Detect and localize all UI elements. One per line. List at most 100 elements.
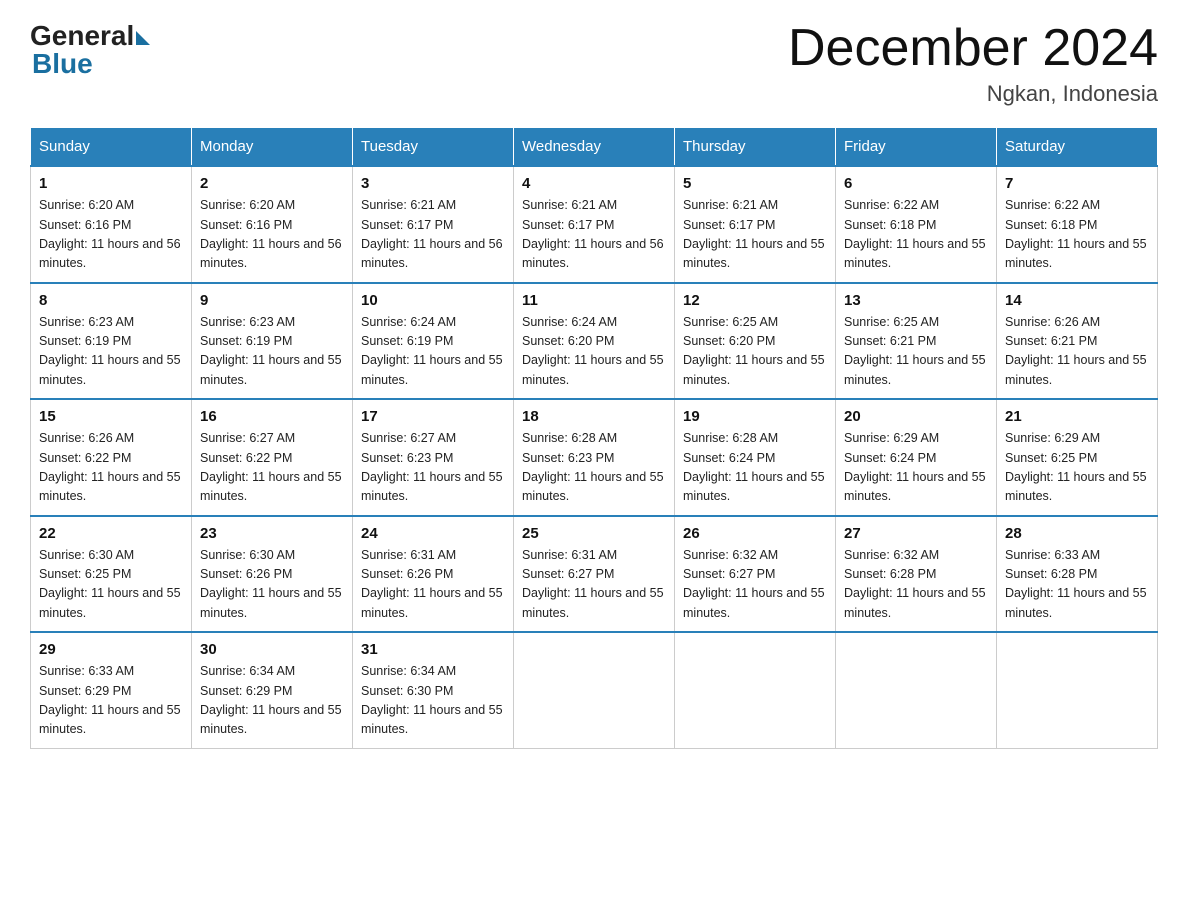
day-info: Sunrise: 6:31 AMSunset: 6:27 PMDaylight:… [522, 546, 666, 624]
logo-arrow-icon [136, 31, 150, 45]
calendar-cell: 28 Sunrise: 6:33 AMSunset: 6:28 PMDayligh… [997, 516, 1158, 633]
logo: General Blue [30, 20, 150, 80]
calendar-cell: 11 Sunrise: 6:24 AMSunset: 6:20 PMDayligh… [514, 283, 675, 400]
day-header-wednesday: Wednesday [514, 128, 675, 167]
day-info: Sunrise: 6:22 AMSunset: 6:18 PMDaylight:… [1005, 196, 1149, 274]
day-number: 8 [39, 292, 183, 309]
day-info: Sunrise: 6:24 AMSunset: 6:19 PMDaylight:… [361, 313, 505, 391]
day-info: Sunrise: 6:30 AMSunset: 6:26 PMDaylight:… [200, 546, 344, 624]
day-number: 10 [361, 292, 505, 309]
day-info: Sunrise: 6:34 AMSunset: 6:30 PMDaylight:… [361, 662, 505, 740]
day-number: 25 [522, 525, 666, 542]
calendar-body: 1 Sunrise: 6:20 AMSunset: 6:16 PMDaylight… [31, 166, 1158, 748]
day-info: Sunrise: 6:33 AMSunset: 6:29 PMDaylight:… [39, 662, 183, 740]
day-info: Sunrise: 6:21 AMSunset: 6:17 PMDaylight:… [522, 196, 666, 274]
day-info: Sunrise: 6:21 AMSunset: 6:17 PMDaylight:… [683, 196, 827, 274]
day-number: 27 [844, 525, 988, 542]
week-row-2: 8 Sunrise: 6:23 AMSunset: 6:19 PMDaylight… [31, 283, 1158, 400]
calendar-title: December 2024 [788, 20, 1158, 77]
day-number: 23 [200, 525, 344, 542]
day-info: Sunrise: 6:31 AMSunset: 6:26 PMDaylight:… [361, 546, 505, 624]
day-header-sunday: Sunday [31, 128, 192, 167]
day-number: 19 [683, 408, 827, 425]
day-number: 14 [1005, 292, 1149, 309]
calendar-cell: 18 Sunrise: 6:28 AMSunset: 6:23 PMDayligh… [514, 399, 675, 516]
day-number: 30 [200, 641, 344, 658]
day-header-tuesday: Tuesday [353, 128, 514, 167]
day-number: 2 [200, 175, 344, 192]
day-number: 15 [39, 408, 183, 425]
day-info: Sunrise: 6:28 AMSunset: 6:24 PMDaylight:… [683, 429, 827, 507]
calendar-cell: 10 Sunrise: 6:24 AMSunset: 6:19 PMDayligh… [353, 283, 514, 400]
calendar-cell: 17Sunrise: 6:27 AMSunset: 6:23 PMDayligh… [353, 399, 514, 516]
day-number: 16 [200, 408, 344, 425]
calendar-cell: 2 Sunrise: 6:20 AMSunset: 6:16 PMDaylight… [192, 166, 353, 283]
calendar-header: SundayMondayTuesdayWednesdayThursdayFrid… [31, 128, 1158, 167]
calendar-cell: 19 Sunrise: 6:28 AMSunset: 6:24 PMDayligh… [675, 399, 836, 516]
calendar-cell: 29 Sunrise: 6:33 AMSunset: 6:29 PMDayligh… [31, 632, 192, 748]
day-info: Sunrise: 6:20 AMSunset: 6:16 PMDaylight:… [39, 196, 183, 274]
calendar-cell: 16 Sunrise: 6:27 AMSunset: 6:22 PMDayligh… [192, 399, 353, 516]
day-header-saturday: Saturday [997, 128, 1158, 167]
day-info: Sunrise: 6:25 AMSunset: 6:20 PMDaylight:… [683, 313, 827, 391]
day-info: Sunrise: 6:30 AMSunset: 6:25 PMDaylight:… [39, 546, 183, 624]
day-number: 24 [361, 525, 505, 542]
calendar-cell: 22 Sunrise: 6:30 AMSunset: 6:25 PMDayligh… [31, 516, 192, 633]
day-number: 1 [39, 175, 183, 192]
day-info: Sunrise: 6:26 AMSunset: 6:21 PMDaylight:… [1005, 313, 1149, 391]
week-row-1: 1 Sunrise: 6:20 AMSunset: 6:16 PMDaylight… [31, 166, 1158, 283]
calendar-cell: 25 Sunrise: 6:31 AMSunset: 6:27 PMDayligh… [514, 516, 675, 633]
day-number: 20 [844, 408, 988, 425]
calendar-table: SundayMondayTuesdayWednesdayThursdayFrid… [30, 127, 1158, 749]
calendar-cell: 26Sunrise: 6:32 AMSunset: 6:27 PMDayligh… [675, 516, 836, 633]
day-number: 11 [522, 292, 666, 309]
day-info: Sunrise: 6:23 AMSunset: 6:19 PMDaylight:… [39, 313, 183, 391]
calendar-cell: 15 Sunrise: 6:26 AMSunset: 6:22 PMDayligh… [31, 399, 192, 516]
page-header: General Blue December 2024 Ngkan, Indone… [30, 20, 1158, 107]
calendar-cell [997, 632, 1158, 748]
calendar-cell: 5 Sunrise: 6:21 AMSunset: 6:17 PMDaylight… [675, 166, 836, 283]
days-of-week-row: SundayMondayTuesdayWednesdayThursdayFrid… [31, 128, 1158, 167]
day-number: 18 [522, 408, 666, 425]
calendar-cell: 9 Sunrise: 6:23 AMSunset: 6:19 PMDaylight… [192, 283, 353, 400]
day-info: Sunrise: 6:29 AMSunset: 6:24 PMDaylight:… [844, 429, 988, 507]
day-info: Sunrise: 6:27 AMSunset: 6:22 PMDaylight:… [200, 429, 344, 507]
day-info: Sunrise: 6:33 AMSunset: 6:28 PMDaylight:… [1005, 546, 1149, 624]
day-number: 29 [39, 641, 183, 658]
calendar-location: Ngkan, Indonesia [788, 81, 1158, 107]
day-number: 12 [683, 292, 827, 309]
week-row-3: 15 Sunrise: 6:26 AMSunset: 6:22 PMDayligh… [31, 399, 1158, 516]
calendar-cell [514, 632, 675, 748]
day-info: Sunrise: 6:28 AMSunset: 6:23 PMDaylight:… [522, 429, 666, 507]
calendar-cell: 21Sunrise: 6:29 AMSunset: 6:25 PMDayligh… [997, 399, 1158, 516]
day-number: 9 [200, 292, 344, 309]
day-info: Sunrise: 6:22 AMSunset: 6:18 PMDaylight:… [844, 196, 988, 274]
calendar-cell: 30 Sunrise: 6:34 AMSunset: 6:29 PMDayligh… [192, 632, 353, 748]
day-info: Sunrise: 6:32 AMSunset: 6:28 PMDaylight:… [844, 546, 988, 624]
day-header-monday: Monday [192, 128, 353, 167]
day-number: 17 [361, 408, 505, 425]
day-number: 13 [844, 292, 988, 309]
calendar-cell: 3Sunrise: 6:21 AMSunset: 6:17 PMDaylight… [353, 166, 514, 283]
day-info: Sunrise: 6:23 AMSunset: 6:19 PMDaylight:… [200, 313, 344, 391]
calendar-cell: 20 Sunrise: 6:29 AMSunset: 6:24 PMDayligh… [836, 399, 997, 516]
calendar-cell: 7Sunrise: 6:22 AMSunset: 6:18 PMDaylight… [997, 166, 1158, 283]
calendar-cell: 8 Sunrise: 6:23 AMSunset: 6:19 PMDaylight… [31, 283, 192, 400]
day-number: 4 [522, 175, 666, 192]
week-row-4: 22 Sunrise: 6:30 AMSunset: 6:25 PMDayligh… [31, 516, 1158, 633]
day-number: 22 [39, 525, 183, 542]
day-number: 28 [1005, 525, 1149, 542]
day-info: Sunrise: 6:20 AMSunset: 6:16 PMDaylight:… [200, 196, 344, 274]
calendar-cell: 27 Sunrise: 6:32 AMSunset: 6:28 PMDayligh… [836, 516, 997, 633]
calendar-cell [836, 632, 997, 748]
day-number: 3 [361, 175, 505, 192]
calendar-cell [675, 632, 836, 748]
day-number: 26 [683, 525, 827, 542]
day-info: Sunrise: 6:25 AMSunset: 6:21 PMDaylight:… [844, 313, 988, 391]
day-info: Sunrise: 6:34 AMSunset: 6:29 PMDaylight:… [200, 662, 344, 740]
day-number: 31 [361, 641, 505, 658]
day-info: Sunrise: 6:24 AMSunset: 6:20 PMDaylight:… [522, 313, 666, 391]
day-number: 5 [683, 175, 827, 192]
day-info: Sunrise: 6:26 AMSunset: 6:22 PMDaylight:… [39, 429, 183, 507]
day-header-thursday: Thursday [675, 128, 836, 167]
